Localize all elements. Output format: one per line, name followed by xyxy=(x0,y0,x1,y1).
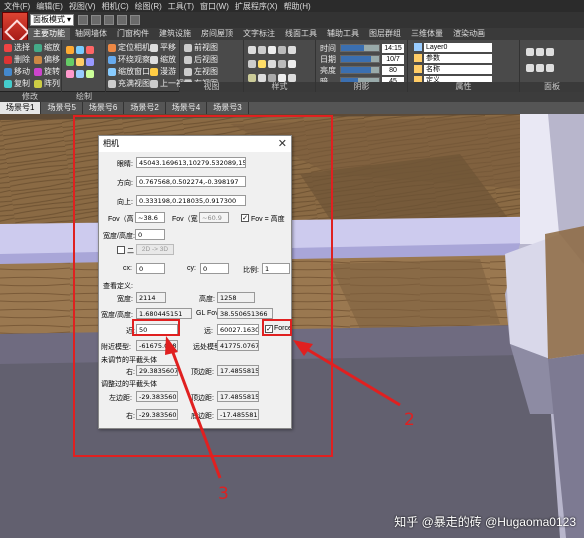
arrow-3 xyxy=(165,336,222,479)
annotation-arrows xyxy=(165,336,401,479)
watermark-credit: 知乎 @暴走的砖 @Hugaoma0123 xyxy=(394,515,576,529)
arrow-2 xyxy=(293,340,401,407)
annotation-label-2: 2 xyxy=(404,410,415,430)
annotation-label-3: 3 xyxy=(218,484,229,504)
